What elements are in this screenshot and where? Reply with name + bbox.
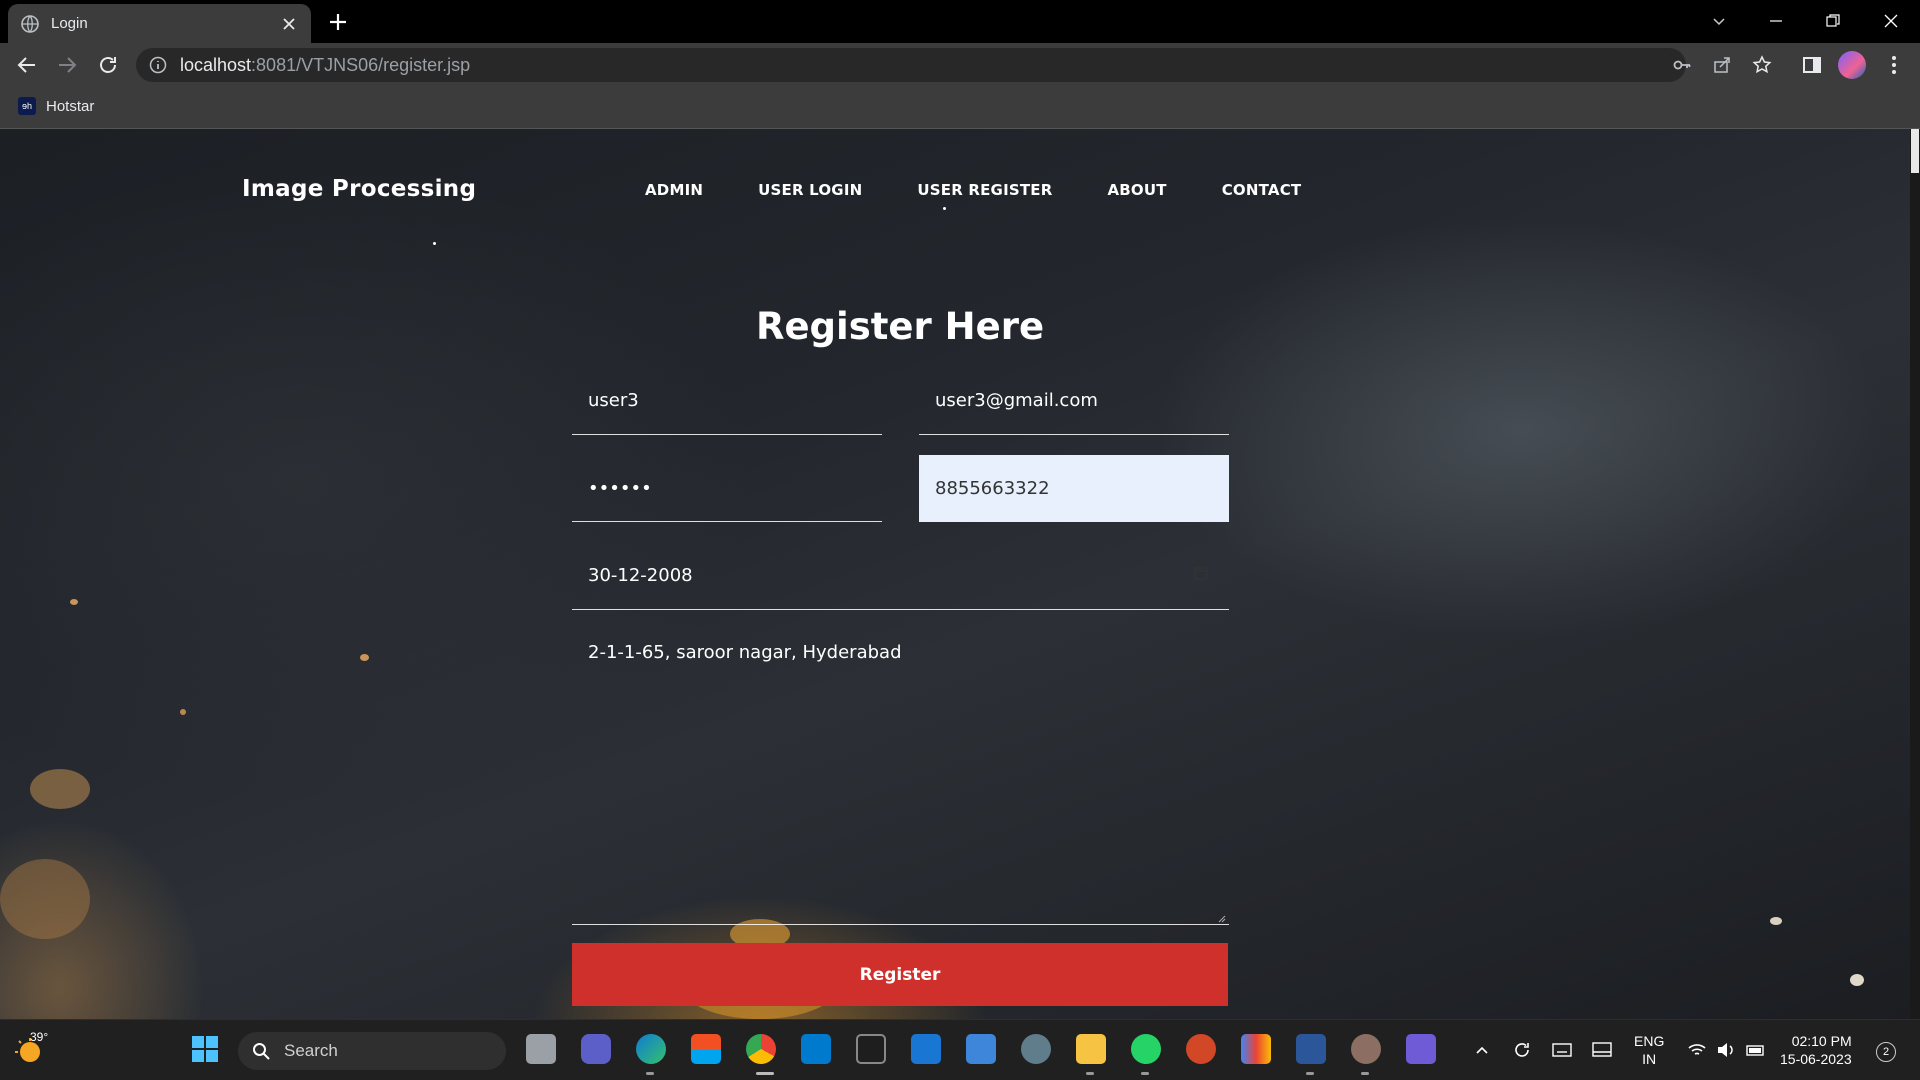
side-panel-icon[interactable] bbox=[1800, 53, 1824, 77]
site-brand[interactable]: Image Processing bbox=[242, 176, 476, 202]
wifi-icon[interactable] bbox=[1687, 1041, 1707, 1059]
chevron-up-icon[interactable] bbox=[1474, 1042, 1490, 1058]
terminal-icon[interactable] bbox=[856, 1034, 886, 1064]
word-icon[interactable] bbox=[1296, 1034, 1326, 1064]
bookmarks-bar: ɘh Hotstar bbox=[0, 87, 1920, 129]
gmail-icon[interactable] bbox=[1241, 1034, 1271, 1064]
settings-icon[interactable] bbox=[1021, 1034, 1051, 1064]
vscode-icon[interactable] bbox=[801, 1034, 831, 1064]
active-app-indicator bbox=[756, 1072, 774, 1075]
battery-icon[interactable] bbox=[1746, 1041, 1766, 1059]
restore-icon[interactable] bbox=[1819, 8, 1847, 34]
calendar-icon[interactable] bbox=[1193, 565, 1209, 581]
more-vertical-icon[interactable] bbox=[1882, 53, 1906, 77]
forward-arrow-icon[interactable] bbox=[55, 53, 79, 77]
browser-tab[interactable]: Login bbox=[8, 4, 311, 43]
running-indicator bbox=[1141, 1072, 1149, 1075]
display-icon[interactable] bbox=[1592, 1041, 1612, 1059]
running-indicator bbox=[1306, 1072, 1314, 1075]
notepad-icon[interactable] bbox=[966, 1034, 996, 1064]
language-indicator[interactable]: ENG IN bbox=[1634, 1032, 1664, 1068]
sync-icon[interactable] bbox=[1512, 1040, 1532, 1060]
chrome-icon[interactable] bbox=[746, 1034, 776, 1064]
phone-input[interactable] bbox=[919, 455, 1229, 522]
bookmark-star-icon[interactable] bbox=[1752, 55, 1772, 75]
back-arrow-icon[interactable] bbox=[15, 53, 39, 77]
new-tab-icon[interactable] bbox=[326, 10, 350, 34]
weather-temp: 39° bbox=[30, 1030, 49, 1044]
clock-time: 02:10 PM bbox=[1791, 1033, 1852, 1049]
microsoft-store-icon[interactable] bbox=[691, 1034, 721, 1064]
clock[interactable]: 02:10 PM 15-06-2023 bbox=[1780, 1032, 1852, 1068]
spice-speck bbox=[0, 859, 90, 939]
register-button[interactable]: Register bbox=[572, 943, 1228, 1006]
dust-speck bbox=[433, 242, 436, 245]
nav-about[interactable]: ABOUT bbox=[1107, 181, 1166, 199]
clock-date: 15-06-2023 bbox=[1780, 1051, 1852, 1067]
browser-tab-strip: Login bbox=[0, 0, 1920, 43]
form-title: Register Here bbox=[755, 305, 1045, 348]
profile-avatar[interactable] bbox=[1838, 51, 1866, 79]
file-explorer-icon[interactable] bbox=[1076, 1034, 1106, 1064]
tab-search-chevron-icon[interactable] bbox=[1705, 8, 1733, 34]
url-text[interactable]: localhost:8081/VTJNS06/register.jsp bbox=[180, 55, 470, 76]
nav-user-register[interactable]: USER REGISTER bbox=[917, 181, 1052, 199]
gear-app-icon[interactable] bbox=[1351, 1034, 1381, 1064]
search-icon bbox=[253, 1043, 270, 1060]
globe-icon bbox=[21, 14, 39, 33]
nav-admin[interactable]: ADMIN bbox=[645, 181, 703, 199]
spice-speck bbox=[1850, 974, 1864, 986]
spice-speck bbox=[1770, 917, 1782, 925]
username-input[interactable] bbox=[572, 367, 882, 435]
windows-start-icon[interactable] bbox=[190, 1034, 220, 1064]
close-tab-icon[interactable] bbox=[279, 14, 299, 34]
running-indicator bbox=[1086, 1072, 1094, 1075]
scrollbar-thumb[interactable] bbox=[1911, 129, 1919, 173]
keyboard-icon[interactable] bbox=[1552, 1041, 1572, 1059]
whatsapp-icon[interactable] bbox=[1131, 1034, 1161, 1064]
site-nav: ADMIN USER LOGIN USER REGISTER ABOUT CON… bbox=[645, 181, 1356, 199]
key-icon[interactable] bbox=[1672, 55, 1692, 75]
app-icon[interactable] bbox=[1406, 1034, 1436, 1064]
minimize-icon[interactable] bbox=[1762, 8, 1790, 34]
share-icon[interactable] bbox=[1712, 55, 1732, 75]
edge-icon[interactable] bbox=[636, 1034, 666, 1064]
spice-speck bbox=[180, 709, 186, 715]
teams-chat-icon[interactable] bbox=[581, 1034, 611, 1064]
spice-speck bbox=[70, 599, 78, 605]
address-bar[interactable]: localhost:8081/VTJNS06/register.jsp bbox=[136, 48, 1686, 82]
browser-toolbar: localhost:8081/VTJNS06/register.jsp bbox=[0, 43, 1920, 87]
volume-icon[interactable] bbox=[1716, 1041, 1736, 1059]
notification-badge[interactable]: 2 bbox=[1876, 1042, 1896, 1062]
scrollbar[interactable] bbox=[1910, 129, 1920, 1019]
password-input[interactable] bbox=[572, 455, 882, 522]
running-indicator bbox=[646, 1072, 654, 1075]
hotstar-icon: ɘh bbox=[18, 97, 36, 115]
spice-speck bbox=[30, 769, 90, 809]
windows-taskbar: 39° Search ENG IN 02:10 PM 15-06-2023 2 bbox=[0, 1019, 1920, 1080]
bookmark-hotstar[interactable]: ɘh Hotstar bbox=[18, 97, 94, 115]
email-input[interactable] bbox=[919, 367, 1229, 435]
tab-title: Login bbox=[51, 15, 88, 32]
nav-user-login[interactable]: USER LOGIN bbox=[758, 181, 862, 199]
search-label: Search bbox=[284, 1041, 338, 1060]
taskbar-search[interactable]: Search bbox=[238, 1032, 506, 1070]
resize-handle-icon[interactable] bbox=[1216, 913, 1226, 923]
page-viewport: Image Processing ADMIN USER LOGIN USER R… bbox=[0, 129, 1920, 1019]
dust-speck bbox=[943, 207, 946, 210]
running-indicator bbox=[1361, 1072, 1369, 1075]
powerpoint-icon[interactable] bbox=[1186, 1034, 1216, 1064]
close-window-icon[interactable] bbox=[1877, 8, 1905, 34]
spice-speck bbox=[360, 654, 369, 661]
nav-contact[interactable]: CONTACT bbox=[1222, 181, 1302, 199]
dob-input[interactable] bbox=[572, 542, 1229, 610]
site-info-icon[interactable] bbox=[148, 55, 168, 75]
task-view-icon[interactable] bbox=[526, 1034, 556, 1064]
address-textarea[interactable]: 2-1-1-65, saroor nagar, Hyderabad bbox=[572, 628, 1229, 925]
reload-icon[interactable] bbox=[96, 53, 120, 77]
myhp-icon[interactable] bbox=[911, 1034, 941, 1064]
bookmark-label: Hotstar bbox=[46, 97, 95, 115]
